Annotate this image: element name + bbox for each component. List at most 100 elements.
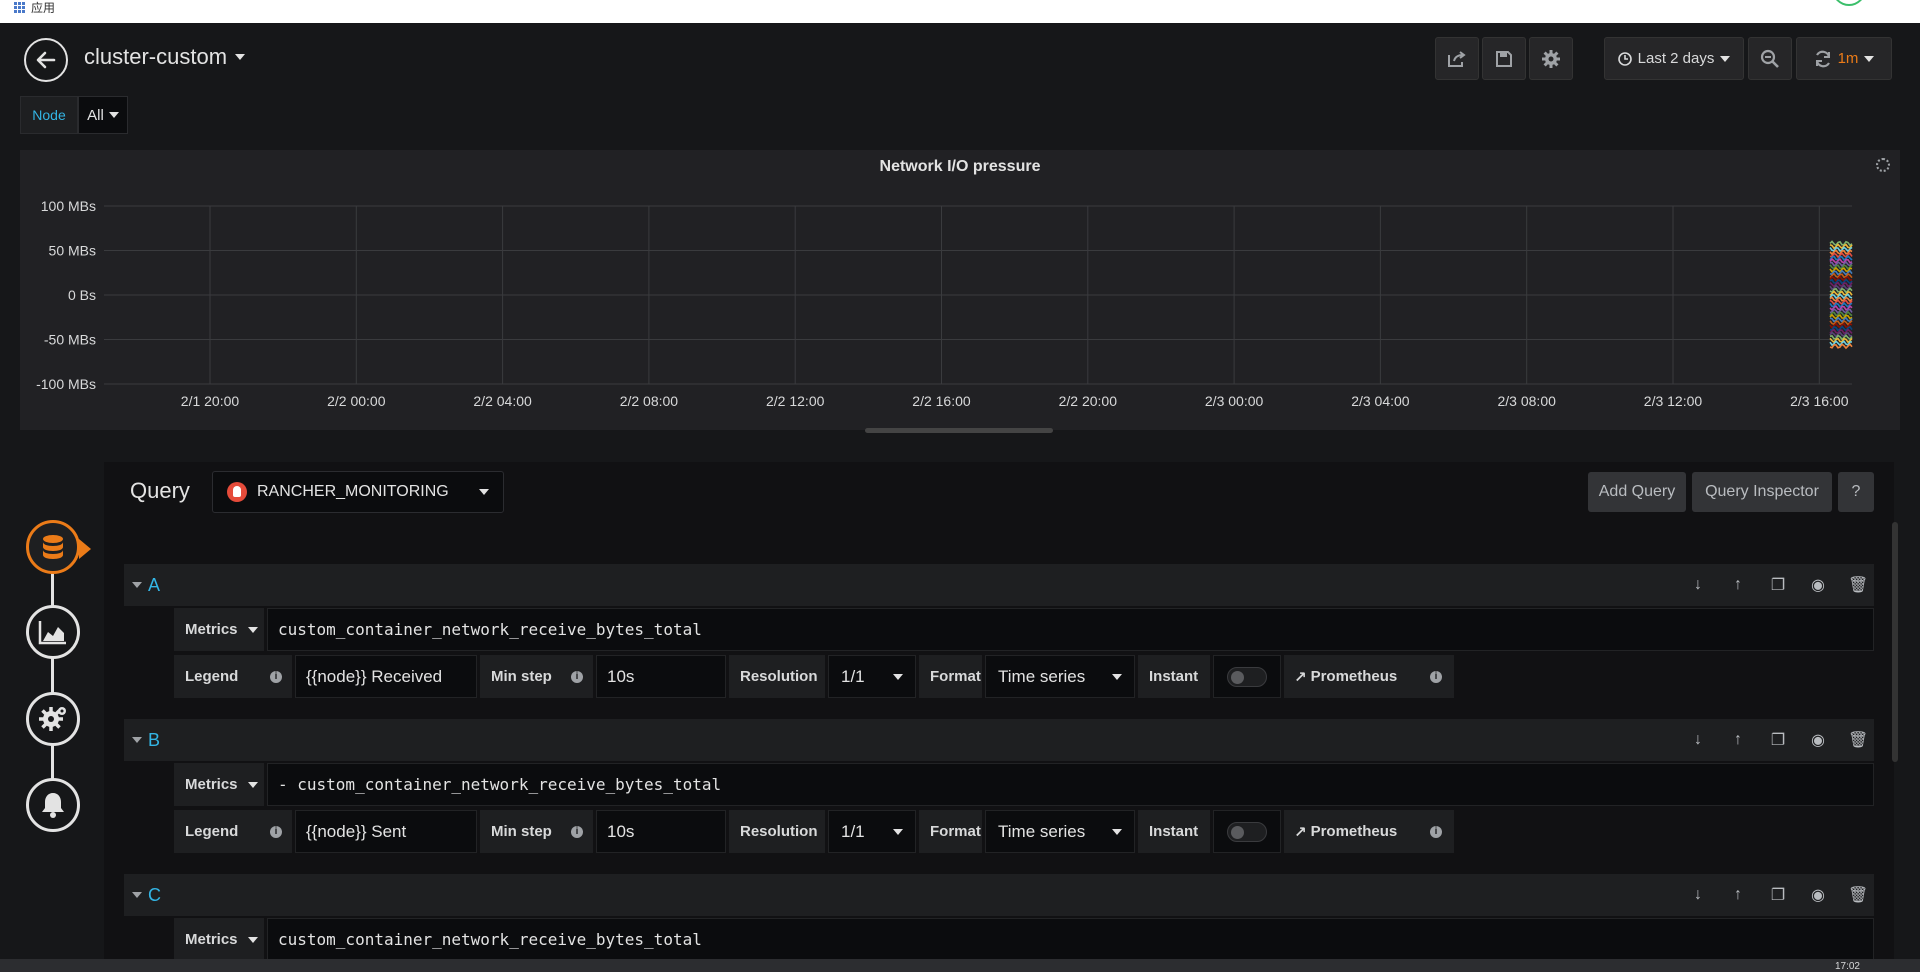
queries-tab[interactable] <box>26 520 91 574</box>
move-up-icon[interactable]: ↑ <box>1728 731 1748 749</box>
external-link-icon: ↗ <box>1294 823 1307 841</box>
query-actions: ↓ ↑ ❐ ◉ 🗑 <box>1688 719 1868 761</box>
eye-icon[interactable]: ◉ <box>1808 885 1828 905</box>
back-button[interactable] <box>24 38 68 82</box>
add-query-button[interactable]: Add Query <box>1588 472 1686 512</box>
x-tick-label: 2/2 20:00 <box>1059 393 1118 409</box>
panel-resize-handle[interactable] <box>865 428 1053 433</box>
chevron-down-icon <box>247 626 258 633</box>
alert-tab[interactable] <box>26 778 80 832</box>
info-icon[interactable]: i <box>1430 825 1442 838</box>
x-tick-label: 2/2 08:00 <box>620 393 679 409</box>
duplicate-icon[interactable]: ❐ <box>1768 885 1788 905</box>
time-range-picker[interactable]: Last 2 days <box>1604 37 1744 80</box>
trash-icon[interactable]: 🗑 <box>1848 885 1868 905</box>
chevron-down-icon <box>1112 673 1122 680</box>
x-tick-label: 2/3 00:00 <box>1205 393 1264 409</box>
query-expression-input[interactable]: - custom_container_network_receive_bytes… <box>267 763 1874 806</box>
eye-icon[interactable]: ◉ <box>1808 730 1828 750</box>
variable-select-node[interactable]: All <box>78 96 128 134</box>
format-select[interactable]: Time series <box>985 655 1135 698</box>
legend-input[interactable]: {{node}} Sent <box>295 810 477 853</box>
y-tick-label: -100 MBs <box>36 376 96 392</box>
min-step-input[interactable]: 10s <box>596 810 726 853</box>
help-button[interactable]: ? <box>1838 472 1874 512</box>
query-collapse-toggle[interactable]: A <box>132 575 160 596</box>
prometheus-link[interactable]: ↗ Prometheus i <box>1284 810 1454 853</box>
resolution-select[interactable]: 1/1 <box>828 810 916 853</box>
series-line <box>1829 296 1853 303</box>
info-icon[interactable]: i <box>571 670 583 683</box>
query-expression-input[interactable]: custom_container_network_receive_bytes_t… <box>267 918 1874 961</box>
general-tab[interactable] <box>26 692 80 746</box>
info-icon[interactable]: i <box>571 825 583 838</box>
metrics-dropdown[interactable]: Metrics <box>174 608 264 651</box>
zoom-out-button[interactable] <box>1748 37 1792 80</box>
chevron-down-icon <box>893 673 903 680</box>
series-line <box>1829 334 1853 341</box>
series-line <box>1829 275 1852 282</box>
time-range-label: Last 2 days <box>1637 50 1715 67</box>
min-step-label: Min step i <box>480 810 593 853</box>
trash-icon[interactable]: 🗑 <box>1848 730 1868 750</box>
resolution-select[interactable]: 1/1 <box>828 655 916 698</box>
series-line <box>1829 313 1853 320</box>
info-icon[interactable]: i <box>270 825 282 838</box>
metrics-dropdown[interactable]: Metrics <box>174 763 264 806</box>
info-icon[interactable]: i <box>1430 670 1442 683</box>
series-line <box>1829 316 1853 323</box>
move-down-icon[interactable]: ↓ <box>1688 731 1708 749</box>
duplicate-icon[interactable]: ❐ <box>1768 575 1788 595</box>
clock-icon <box>1617 51 1632 66</box>
share-button[interactable] <box>1435 37 1479 80</box>
apps-shortcut[interactable]: 应用 <box>14 0 55 16</box>
x-tick-label: 2/2 04:00 <box>473 393 532 409</box>
instant-label: Instant <box>1138 655 1210 698</box>
graph-panel[interactable]: 100 MBs 50 MBs 0 Bs -50 MBs -100 MBs 2/1 20:0… <box>20 150 1900 430</box>
series-line <box>1829 240 1853 247</box>
refresh-button[interactable]: 1m <box>1796 37 1892 80</box>
network-io-chart: 100 MBs 50 MBs 0 Bs -50 MBs -100 MBs 2/1 20:0… <box>36 198 1853 409</box>
move-up-icon[interactable]: ↑ <box>1728 576 1748 594</box>
dashboard-title[interactable]: cluster-custom <box>84 44 246 70</box>
datasource-picker[interactable]: RANCHER_MONITORING <box>212 471 504 513</box>
legend-input[interactable]: {{node}} Received <box>295 655 477 698</box>
refresh-interval: 1m <box>1837 50 1859 67</box>
eye-icon[interactable]: ◉ <box>1808 575 1828 595</box>
panel-title[interactable]: Network I/O pressure <box>20 158 1900 176</box>
min-step-input[interactable]: 10s <box>596 655 726 698</box>
chevron-down-icon <box>132 582 142 588</box>
format-select[interactable]: Time series <box>985 810 1135 853</box>
trash-icon[interactable]: 🗑 <box>1848 575 1868 595</box>
duplicate-icon[interactable]: ❐ <box>1768 730 1788 750</box>
extension-icon[interactable] <box>1832 0 1866 6</box>
query-collapse-toggle[interactable]: C <box>132 885 161 906</box>
move-down-icon[interactable]: ↓ <box>1688 886 1708 904</box>
external-link-icon: ↗ <box>1294 668 1307 686</box>
instant-toggle[interactable] <box>1213 655 1281 698</box>
query-actions: ↓ ↑ ❐ ◉ 🗑 <box>1688 874 1868 916</box>
editor-steps-line <box>51 562 54 804</box>
query-collapse-toggle[interactable]: B <box>132 730 160 751</box>
info-icon[interactable]: i <box>270 670 282 683</box>
bookmarks-bar: 应用 <box>0 0 1920 23</box>
save-dashboard-button[interactable] <box>1482 37 1526 80</box>
editor-scrollbar[interactable] <box>1892 522 1898 762</box>
bell-icon <box>42 793 64 818</box>
loading-icon <box>1876 158 1890 172</box>
move-down-icon[interactable]: ↓ <box>1688 576 1708 594</box>
visualization-tab[interactable] <box>26 605 80 659</box>
instant-toggle[interactable] <box>1213 810 1281 853</box>
series-line <box>1829 257 1853 265</box>
prometheus-link[interactable]: ↗ Prometheus i <box>1284 655 1454 698</box>
query-inspector-button[interactable]: Query Inspector <box>1692 472 1832 512</box>
metrics-dropdown[interactable]: Metrics <box>174 918 264 961</box>
query-expression-input[interactable]: custom_container_network_receive_bytes_t… <box>267 608 1874 651</box>
query-letter: A <box>148 574 161 595</box>
x-tick-label: 2/3 16:00 <box>1790 393 1849 409</box>
move-up-icon[interactable]: ↑ <box>1728 886 1748 904</box>
settings-button[interactable] <box>1529 37 1573 80</box>
arrow-left-icon <box>36 51 56 69</box>
series-line <box>1829 293 1853 300</box>
prometheus-icon <box>227 482 247 502</box>
